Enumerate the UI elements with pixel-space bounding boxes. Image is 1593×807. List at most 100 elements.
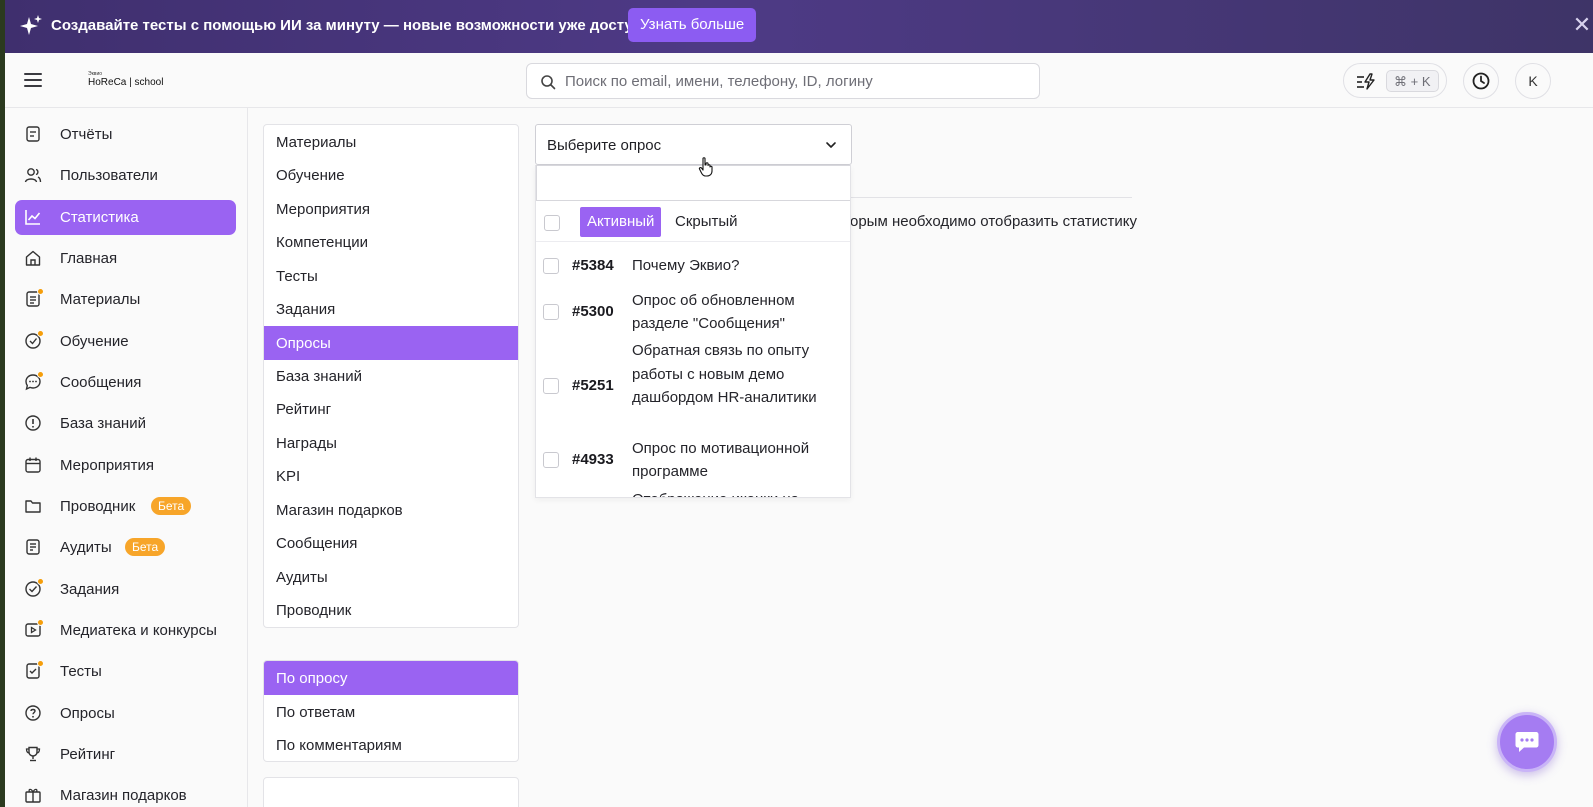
modules-item[interactable]: Магазин подарков (264, 493, 518, 527)
modules-item[interactable]: Сообщения (264, 526, 518, 560)
survey-option[interactable]: Отображение иконки на (536, 485, 850, 497)
sidebar-item-label: Задания (60, 581, 120, 598)
sidebar: Отчёты Пользователи Статистика Главная Матер… (5, 108, 248, 807)
modules-item-label: Компетенции (276, 234, 369, 252)
sidebar-item[interactable]: Рейтинг (15, 737, 236, 772)
select-all-checkbox[interactable] (544, 215, 560, 231)
views-item[interactable]: По опросу (264, 661, 518, 695)
survey-id: #5384 (572, 257, 614, 274)
gift-icon (24, 786, 42, 804)
modules-item[interactable]: Мероприятия (264, 192, 518, 226)
sidebar-item[interactable]: Отчёты (15, 117, 236, 152)
sidebar-item-label: База знаний (60, 415, 146, 432)
banner-text: Создавайте тесты с помощью ИИ за минуту … (51, 17, 669, 34)
survey-name: Обратная связь по опыту работы с новым д… (632, 342, 817, 406)
modules-item[interactable]: Опросы (264, 325, 518, 360)
sidebar-item[interactable]: База знаний (15, 406, 236, 441)
logo[interactable]: Эквио HoReCa | school (88, 71, 164, 91)
calendar-icon (24, 456, 42, 474)
tab-hidden[interactable]: Скрытый (675, 213, 738, 230)
support-chat-button[interactable] (1497, 712, 1557, 772)
user-avatar[interactable]: K (1515, 63, 1551, 99)
sidebar-item[interactable]: Обучение (15, 324, 236, 359)
modules-item[interactable]: База знаний (264, 359, 518, 393)
modules-item[interactable]: Награды (264, 426, 518, 460)
survey-id: #5300 (572, 303, 614, 320)
sidebar-item[interactable]: Главная (15, 241, 236, 276)
app-window: Создавайте тесты с помощью ИИ за минуту … (5, 0, 1593, 807)
survey-checkbox[interactable] (543, 304, 559, 320)
survey-checkbox[interactable] (543, 258, 559, 274)
modules-item-label: Магазин подарков (276, 501, 403, 519)
survey-option[interactable]: #5251 Обратная связь по опыту работы с но… (536, 337, 850, 435)
modules-item[interactable]: Аудиты (264, 560, 518, 594)
survey-option[interactable]: #5384 Почему Эквио? (536, 251, 850, 281)
search-icon (541, 75, 556, 90)
sidebar-item-label: Главная (60, 250, 118, 267)
history-button[interactable] (1463, 63, 1499, 99)
dropdown-search-input[interactable] (536, 165, 850, 201)
divider (850, 197, 1132, 198)
modules-item-label: Награды (276, 434, 337, 452)
sidebar-item[interactable]: Опросы (15, 696, 236, 731)
sidebar-item[interactable]: Проводник Бета (15, 489, 236, 524)
quick-actions-icon (1357, 73, 1375, 90)
sidebar-item[interactable]: Статистика (15, 200, 236, 235)
sidebar-item-label: Опросы (60, 705, 115, 722)
logo-text: HoReCa | school (88, 77, 164, 88)
tab-active[interactable]: Активный (580, 207, 662, 237)
sidebar-item[interactable]: Материалы (15, 282, 236, 317)
survey-checkbox[interactable] (543, 378, 559, 394)
audit-icon (24, 538, 42, 556)
sidebar-item[interactable]: Пользователи (15, 158, 236, 193)
modules-item-label: Сообщения (276, 535, 358, 553)
folder-icon (24, 497, 42, 515)
close-icon[interactable]: ✕ (1572, 14, 1592, 36)
modules-item-label: Опросы (276, 334, 331, 352)
learn-more-button[interactable]: Узнать больше (628, 8, 757, 42)
chevron-down-icon (826, 142, 836, 148)
modules-item-label: Мероприятия (276, 200, 371, 218)
notification-dot (37, 371, 44, 378)
views-item[interactable]: По ответам (264, 695, 518, 729)
survey-select-value: Выберите опрос (547, 137, 662, 154)
survey-option[interactable]: #4933 Опрос по мотивационной программе (536, 435, 850, 485)
menu-icon[interactable] (24, 73, 42, 87)
sidebar-item[interactable]: Медиатека и конкурсы (15, 613, 236, 648)
modules-item-label: Тесты (276, 267, 318, 285)
search-input[interactable] (565, 64, 1025, 98)
hint-text: орым необходимо отобразить статистику (850, 213, 1138, 230)
sidebar-item[interactable]: Сообщения (15, 365, 236, 400)
modules-panel: Материалы Обучение Мероприятия Компетенции Т… (263, 124, 519, 628)
sidebar-item[interactable]: Магазин подарков (15, 778, 236, 807)
sidebar-item-label: Мероприятия (60, 457, 155, 474)
quick-actions-button[interactable]: ⌘ + K (1343, 63, 1447, 98)
sidebar-item-label: Медиатека и конкурсы (60, 622, 217, 639)
sidebar-item[interactable]: Мероприятия (15, 448, 236, 483)
modules-item[interactable]: Материалы (264, 125, 518, 159)
sidebar-item-label: Рейтинг (60, 746, 116, 763)
views-panel: По опросу По ответам По комментариям (263, 660, 519, 762)
survey-name: Опрос по мотивационной программе (632, 439, 810, 481)
sidebar-item-label: Пользователи (60, 167, 158, 184)
survey-option[interactable]: #5300 Опрос об обновленном разделе "Сообщ… (536, 287, 850, 337)
sidebar-item[interactable]: Тесты (15, 654, 236, 689)
modules-item[interactable]: Тесты (264, 259, 518, 293)
modules-item[interactable]: Компетенции (264, 225, 518, 259)
modules-item[interactable]: Задания (264, 292, 518, 326)
modules-item[interactable]: KPI (264, 459, 518, 493)
sidebar-item[interactable]: Задания (15, 572, 236, 607)
survey-name: Почему Эквио? (632, 257, 740, 275)
hand-cursor-icon (698, 157, 713, 177)
modules-item[interactable]: Обучение (264, 158, 518, 192)
modules-item[interactable]: Рейтинг (264, 392, 518, 426)
modules-item-label: Проводник (276, 602, 352, 620)
survey-checkbox[interactable] (543, 452, 559, 468)
views-item[interactable]: По комментариям (264, 728, 518, 761)
extra-panel (263, 777, 519, 807)
modules-item[interactable]: Проводник (264, 593, 518, 627)
sidebar-item[interactable]: Аудиты Бета (15, 530, 236, 565)
survey-name: Отображение иконки на (632, 488, 822, 497)
global-search (526, 63, 1040, 99)
survey-select[interactable]: Выберите опрос (535, 124, 852, 165)
